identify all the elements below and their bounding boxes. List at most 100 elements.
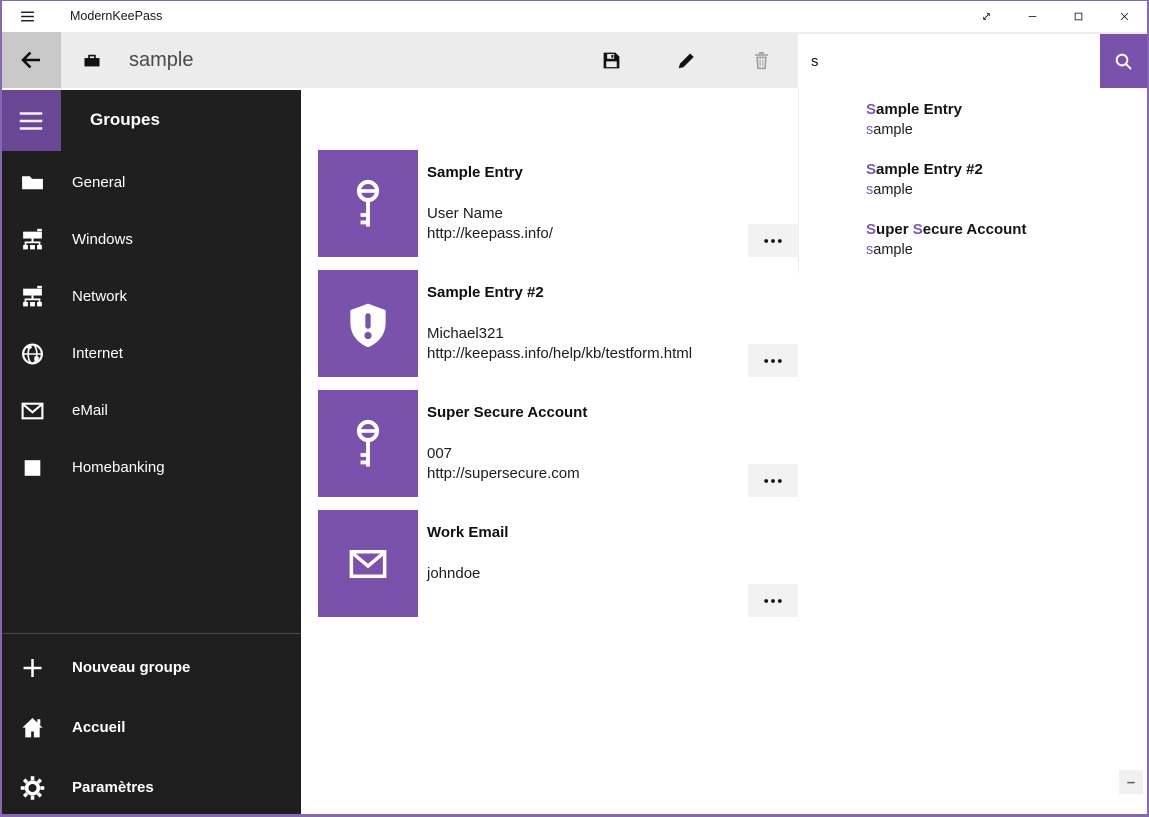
entry-detail-line: User Name (427, 204, 553, 224)
entry-details: Michael321http://keepass.info/help/kb/te… (427, 324, 692, 364)
sidebar-item-label: Network (72, 268, 301, 325)
search-result-subtitle: sample (866, 120, 1148, 140)
hamburger-icon (19, 8, 36, 25)
sidebar-action-nouveau-groupe[interactable]: Nouveau groupe (0, 638, 301, 698)
edit-button[interactable] (664, 32, 708, 88)
sidebar-action-paramètres[interactable]: Paramètres (0, 758, 301, 817)
window-controls (963, 0, 1147, 32)
search-icon (1113, 51, 1134, 72)
sidebar-item-label: Paramètres (72, 758, 301, 817)
modernkeepass-window: ModernKeePass sample (0, 0, 1149, 817)
entry-detail-line: Michael321 (427, 324, 692, 344)
key-icon (353, 418, 383, 470)
more-icon (761, 229, 785, 253)
delete-button[interactable] (739, 32, 783, 88)
search-result-item[interactable]: Super Secure Account sample (799, 208, 1148, 268)
entry-details: 007http://supersecure.com (427, 444, 580, 484)
entry-more-button[interactable] (748, 344, 798, 377)
zoom-out-button[interactable] (1119, 770, 1143, 794)
entry-icon-tile (318, 150, 418, 257)
entry-detail-line: 007 (427, 444, 580, 464)
sidebar-item-homebanking[interactable]: Homebanking (0, 439, 301, 496)
home-icon (20, 716, 45, 741)
sidebar: Groupes General Windows Network Internet… (0, 90, 301, 817)
search-box (798, 34, 1100, 88)
save-button[interactable] (589, 32, 633, 88)
sidebar-toggle-button[interactable] (0, 90, 61, 151)
entry-title: Sample Entry #2 (427, 284, 544, 301)
sidebar-item-internet[interactable]: Internet (0, 325, 301, 382)
entry-icon-tile (318, 390, 418, 497)
close-button[interactable] (1101, 0, 1147, 32)
edit-icon (676, 50, 697, 71)
entry-details: User Namehttp://keepass.info/ (427, 204, 553, 244)
globe-icon (20, 341, 45, 366)
entry-detail-line: johndoe (427, 564, 480, 584)
sidebar-actions: Nouveau groupe Accueil Paramètres (0, 638, 301, 817)
sidebar-item-network[interactable]: Network (0, 268, 301, 325)
envelope-icon (20, 398, 45, 423)
search-input[interactable] (798, 34, 1100, 88)
sidebar-divider (0, 633, 301, 634)
fullscreen-icon (980, 10, 993, 23)
entry-icon-tile (318, 270, 418, 377)
minus-icon (1125, 774, 1137, 791)
search-results-dropdown: Sample Entry sample Sample Entry #2 samp… (798, 88, 1148, 273)
title-bar: ModernKeePass (0, 0, 1149, 32)
plus-icon (20, 656, 45, 681)
maximize-icon (1072, 10, 1085, 23)
search-button[interactable] (1100, 34, 1147, 88)
save-icon (601, 50, 622, 71)
search-result-item[interactable]: Sample Entry #2 sample (799, 148, 1148, 208)
close-icon (1118, 10, 1131, 23)
entry-row[interactable]: Work Email johndoe (318, 510, 798, 617)
back-arrow-icon (19, 48, 43, 72)
group-list: General Windows Network Internet eMail H… (0, 154, 301, 496)
entry-detail-line: http://keepass.info/help/kb/testform.htm… (427, 344, 692, 364)
network-icon (20, 284, 45, 309)
maximize-button[interactable] (1055, 0, 1101, 32)
sidebar-item-label: eMail (72, 382, 301, 439)
back-button[interactable] (0, 32, 61, 88)
entry-row[interactable]: Sample Entry #2 Michael321http://keepass… (318, 270, 798, 377)
square-icon (20, 455, 45, 480)
app-title: ModernKeePass (70, 0, 162, 32)
shield-icon (345, 301, 391, 347)
more-icon (761, 349, 785, 373)
entry-list: Sample Entry User Namehttp://keepass.inf… (318, 150, 798, 630)
sidebar-item-label: General (72, 154, 301, 211)
entry-detail-line: http://keepass.info/ (427, 224, 553, 244)
sidebar-item-label: Homebanking (72, 439, 301, 496)
fullscreen-button[interactable] (963, 0, 1009, 32)
sidebar-item-label: Windows (72, 211, 301, 268)
hamburger-icon (16, 106, 46, 136)
briefcase-icon (82, 51, 102, 71)
entry-row[interactable]: Super Secure Account 007http://supersecu… (318, 390, 798, 497)
search-result-title: Super Secure Account (866, 220, 1148, 240)
entry-icon-tile (318, 510, 418, 617)
database-name: sample (129, 32, 193, 88)
sidebar-item-windows[interactable]: Windows (0, 211, 301, 268)
folder-icon (20, 170, 45, 195)
sidebar-item-label: Accueil (72, 698, 301, 758)
entry-more-button[interactable] (748, 584, 798, 617)
minimize-button[interactable] (1009, 0, 1055, 32)
key-icon (353, 178, 383, 230)
search-result-item[interactable]: Sample Entry sample (799, 88, 1148, 148)
delete-icon (751, 50, 772, 71)
entry-title: Work Email (427, 524, 508, 541)
entry-more-button[interactable] (748, 464, 798, 497)
search-result-title: Sample Entry #2 (866, 160, 1148, 180)
entry-row[interactable]: Sample Entry User Namehttp://keepass.inf… (318, 150, 798, 257)
titlebar-menu-button[interactable] (8, 3, 46, 29)
search-result-title: Sample Entry (866, 100, 1148, 120)
network-icon (20, 227, 45, 252)
command-bar: sample (0, 32, 1149, 88)
more-icon (761, 589, 785, 613)
entry-more-button[interactable] (748, 224, 798, 257)
sidebar-action-accueil[interactable]: Accueil (0, 698, 301, 758)
sidebar-item-label: Internet (72, 325, 301, 382)
gear-icon (20, 776, 45, 801)
sidebar-item-email[interactable]: eMail (0, 382, 301, 439)
sidebar-item-general[interactable]: General (0, 154, 301, 211)
